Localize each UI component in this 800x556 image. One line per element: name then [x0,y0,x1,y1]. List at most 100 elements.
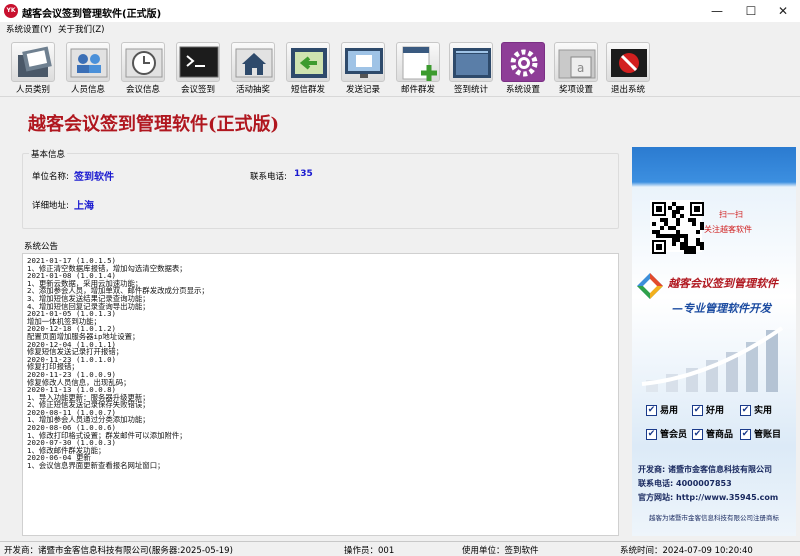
add-document-icon [396,42,440,82]
app-logo-icon: YK [4,4,18,18]
status-bar: 开发商：诸暨市金客信息科技有限公司(服务器:2025-05-19) 操作员：00… [0,541,800,556]
tool-label: 活动抽奖 [235,85,270,95]
minimize-button[interactable]: — [700,0,734,22]
tool-meeting-checkin[interactable]: 会议签到 [172,42,224,95]
qr-module [672,242,676,246]
monitor-icon [341,42,385,82]
ad-scan-text: 扫一扫 [719,210,743,219]
notice-content: 2021-01-17 (1.0.1.5) 1、修正清空数据库报错，增加勾选清空数… [27,256,209,471]
tool-exit-system[interactable]: 退出系统 [602,42,654,95]
unit-name-label: 单位名称: [32,172,69,182]
status-operator: 操作员：001 [344,546,395,556]
growth-chart-graphic [641,326,784,392]
tool-sms-broadcast[interactable]: 短信群发 [282,42,334,95]
check-goods: ✔ 管商品 [692,429,734,440]
qr-module [692,250,696,254]
brand-logo-icon [637,273,663,299]
folder-picture-icon [11,42,55,82]
check-members: ✔ 管会员 [646,429,688,440]
qr-finder-block [694,206,700,212]
check-easy: ✔ 易用 [646,405,679,416]
home-icon [231,42,275,82]
tool-label: 发送记录 [345,85,380,95]
menu-bar: 系统设置(Y) 关于我们(Z) [0,22,800,36]
address-value: 上海 [74,201,94,212]
qr-module [676,222,680,226]
ad-developer: 开发商: 诸暨市金客信息科技有限公司 [638,465,772,474]
checkbox-icon: ✔ [646,429,657,440]
tool-person-info[interactable]: 人员信息 [62,42,114,95]
status-time: 系统时间：2024-07-09 10:20:40 [620,546,753,556]
tool-system-settings[interactable]: 系统设置 [497,42,549,95]
tool-email-broadcast[interactable]: 邮件群发 [392,42,444,95]
tool-label: 人员信息 [70,85,105,95]
checkbox-icon: ✔ [692,429,703,440]
exit-icon [606,42,650,82]
address-label: 详细地址: [32,201,69,211]
users-icon [66,42,110,82]
ad-follow-text: 关注越客软件 [704,225,752,234]
title-bar: YK 越客会议签到管理软件(正式版) — ☐ ✕ [0,0,800,22]
phone-value: 135 [294,169,313,179]
tool-label: 系统设置 [505,85,540,95]
qr-module [660,226,664,230]
tool-checkin-stats[interactable]: 签到统计 [445,42,497,95]
unit-name-value: 签到软件 [74,172,114,183]
status-developer: 开发商：诸暨市金客信息科技有限公司(服务器:2025-05-19) [4,546,233,556]
qr-finder-block [656,206,662,212]
checkbox-icon: ✔ [646,405,657,416]
ad-phone: 联系电话: 4000007853 [638,479,732,488]
notice-title: 系统公告 [24,242,59,252]
phone-label: 联系电话: [250,172,287,182]
notice-textarea[interactable]: 2021-01-17 (1.0.1.5) 1、修正清空数据库报错，增加勾选清空数… [22,253,619,536]
svg-text:a: a [577,61,584,75]
tool-label: 签到统计 [453,85,488,95]
check-good: ✔ 好用 [692,405,725,416]
qr-module [696,230,700,234]
ad-brand-name: 越客会议签到管理软件 [668,277,778,290]
status-unit: 使用单位：签到软件 [462,546,539,556]
qr-module [680,206,684,210]
ad-slogan: —专业管理软件开发 [672,302,771,315]
award-folder-icon: a [554,42,598,82]
tool-award-settings[interactable]: a 奖项设置 [550,42,602,95]
ad-footer: 越客为诸暨市金客信息科技有限公司注册商标 [649,514,779,522]
gear-icon [501,42,545,82]
checkbox-icon: ✔ [740,405,751,416]
arrow-message-icon [286,42,330,82]
ad-website: 官方网站: http://www.35945.com [638,493,779,502]
toolbar: 人员类别 人员信息 会议信息 会议签到 活动抽奖 短信群发 发送记录 邮件群发 … [0,37,800,97]
ad-panel: 扫一扫 关注越客软件 越客会议签到管理软件 —专业管理软件开发 ✔ 易用 ✔ 好用 … [632,147,796,536]
tool-label: 会议信息 [125,85,160,95]
terminal-icon [176,42,220,82]
tool-meeting-info[interactable]: 会议信息 [117,42,169,95]
check-accounts: ✔ 管账目 [740,429,782,440]
qr-module [692,222,696,226]
tool-send-records[interactable]: 发送记录 [337,42,389,95]
tool-label: 会议签到 [180,85,215,95]
close-button[interactable]: ✕ [766,0,800,22]
maximize-button[interactable]: ☐ [734,0,768,22]
qr-finder-block [656,244,662,250]
group-title: 基本信息 [29,148,68,160]
tool-label: 邮件群发 [400,85,435,95]
qr-module [652,222,656,226]
menu-about-us[interactable]: 关于我们(Z) [58,23,104,35]
tool-lottery[interactable]: 活动抽奖 [227,42,279,95]
page-title: 越客会议签到管理软件(正式版) [28,114,280,135]
basic-info-group: 基本信息 单位名称: 签到软件 联系电话: 135 详细地址: 上海 [22,148,619,229]
tool-person-category[interactable]: 人员类别 [7,42,59,95]
window-title: 越客会议签到管理软件(正式版) [22,9,162,20]
history-clock-icon [121,42,165,82]
window-icon [449,42,493,82]
menu-system-settings[interactable]: 系统设置(Y) [6,23,52,35]
tool-label: 短信群发 [290,85,325,95]
tool-label: 奖项设置 [558,85,593,95]
tool-label: 人员类别 [15,85,50,95]
qr-code-icon [650,200,704,254]
checkbox-icon: ✔ [740,429,751,440]
qr-module [680,214,684,218]
tool-label: 退出系统 [610,85,645,95]
checkbox-icon: ✔ [692,405,703,416]
check-practical: ✔ 实用 [740,405,773,416]
